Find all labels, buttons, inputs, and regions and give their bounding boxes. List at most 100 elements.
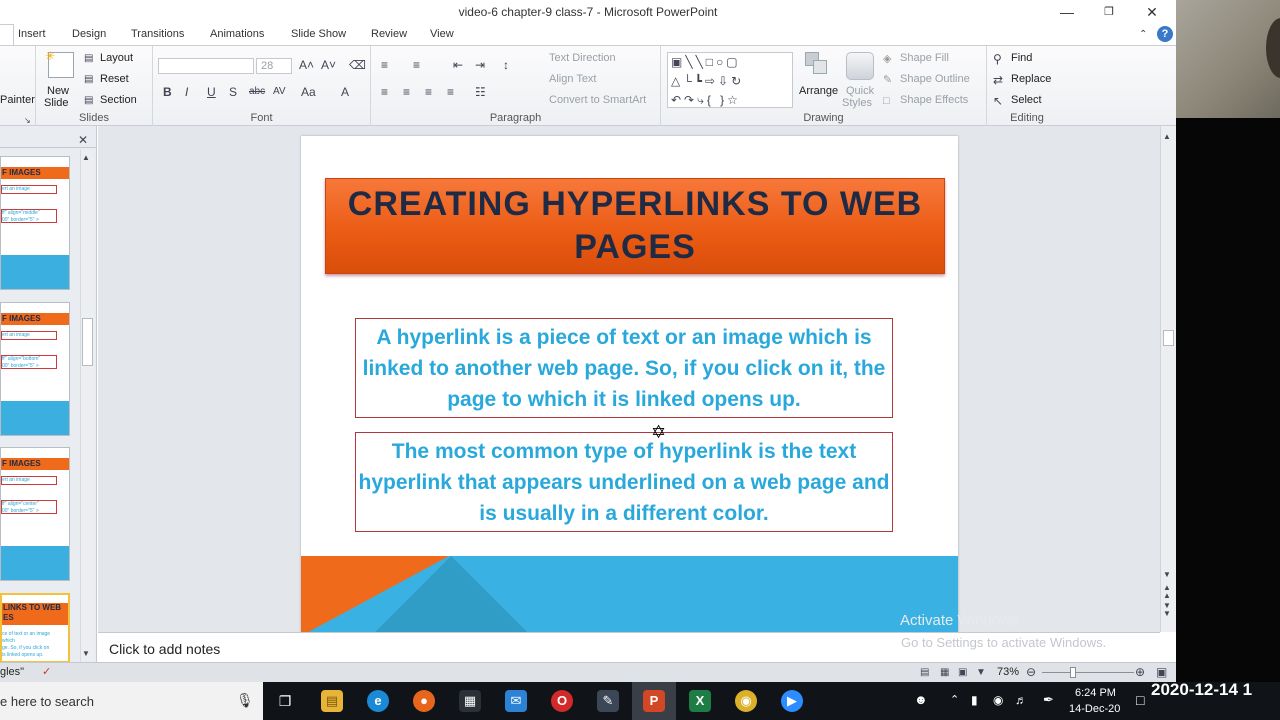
shapes-gallery[interactable]: ▣╲╲□○▢ △└┗⇨⇩↻ ↶↷⤷{ }☆ bbox=[667, 52, 793, 108]
convert-smartart-button[interactable]: Convert to SmartArt bbox=[549, 94, 646, 106]
microphone-icon[interactable]: 🎙 bbox=[236, 693, 254, 707]
shrink-font-icon[interactable]: A˅ bbox=[321, 58, 336, 72]
change-case-icon[interactable]: Aa bbox=[301, 85, 316, 99]
tab-transitions[interactable]: Transitions bbox=[131, 28, 184, 40]
tab-review[interactable]: Review bbox=[371, 28, 407, 40]
opera-icon[interactable]: O bbox=[551, 690, 573, 712]
paint-icon[interactable]: ✎ bbox=[597, 690, 619, 712]
current-slide[interactable]: CREATING HYPERLINKS TO WEB PAGES A hyper… bbox=[301, 136, 958, 632]
tab-design[interactable]: Design bbox=[72, 28, 106, 40]
fit-to-window-icon[interactable]: ▣ bbox=[1156, 665, 1167, 679]
character-spacing-icon[interactable]: AV bbox=[273, 85, 286, 99]
zoom-slider-thumb[interactable] bbox=[1070, 667, 1076, 678]
align-center-icon[interactable]: ≡ bbox=[403, 85, 410, 99]
new-slide-label-1[interactable]: New bbox=[47, 85, 69, 97]
mail-icon[interactable]: ✉ bbox=[505, 690, 527, 712]
previous-slide-icon[interactable]: ▲ ▲ bbox=[1163, 584, 1171, 600]
taskbar-search-box[interactable]: e here to search 🎙 bbox=[0, 682, 263, 720]
tab-slide-show[interactable]: Slide Show bbox=[291, 28, 346, 40]
zoom-out-icon[interactable]: ⊖ bbox=[1026, 665, 1036, 679]
scroll-up-icon[interactable]: ▲ bbox=[1163, 130, 1171, 144]
bullets-icon[interactable]: ≡ bbox=[381, 58, 388, 72]
font-size-combo[interactable]: 28 bbox=[256, 58, 292, 74]
columns-icon[interactable]: ☷ bbox=[475, 85, 486, 99]
slide-show-view-icon[interactable]: ▼ bbox=[976, 666, 986, 680]
section-button[interactable]: Section bbox=[100, 94, 137, 106]
file-explorer-icon[interactable]: ▤ bbox=[321, 690, 343, 712]
shape-fill-button[interactable]: Shape Fill bbox=[900, 52, 949, 64]
help-icon[interactable]: ? bbox=[1157, 26, 1173, 42]
notifications-icon[interactable]: □ bbox=[1136, 692, 1144, 708]
select-button[interactable]: Select bbox=[1011, 94, 1042, 106]
line-spacing-icon[interactable]: ↕ bbox=[503, 58, 509, 72]
slide-title[interactable]: CREATING HYPERLINKS TO WEB PAGES bbox=[325, 178, 945, 274]
align-left-icon[interactable]: ≡ bbox=[381, 85, 388, 99]
spell-check-icon[interactable]: ✓ bbox=[42, 665, 51, 679]
quick-styles-icon[interactable] bbox=[846, 52, 874, 80]
slide-thumbnail-2[interactable]: F IMAGES ert an image ff" align="bottom"… bbox=[0, 302, 70, 436]
grow-font-icon[interactable]: A˄ bbox=[299, 58, 314, 72]
close-button[interactable]: ✕ bbox=[1132, 2, 1172, 22]
quick-styles-label-1[interactable]: Quick bbox=[846, 85, 874, 97]
italic-icon[interactable]: I bbox=[185, 85, 188, 99]
numbering-icon[interactable]: ≡ bbox=[413, 58, 420, 72]
slide-sorter-icon[interactable]: ▦ bbox=[940, 666, 949, 680]
restore-button[interactable]: ❐ bbox=[1089, 2, 1129, 22]
network-icon[interactable]: ◉ bbox=[993, 693, 1003, 707]
clock-time[interactable]: 6:24 PM bbox=[1075, 687, 1116, 699]
slide-text-box-1[interactable]: A hyperlink is a piece of text or an ima… bbox=[355, 318, 893, 418]
text-direction-button[interactable]: Text Direction bbox=[549, 52, 616, 64]
increase-indent-icon[interactable]: ⇥ bbox=[475, 58, 485, 72]
shape-effects-button[interactable]: Shape Effects bbox=[900, 94, 968, 106]
font-color-icon[interactable]: A bbox=[341, 85, 349, 99]
find-button[interactable]: Find bbox=[1011, 52, 1032, 64]
scrollbar-thumb[interactable] bbox=[82, 318, 93, 366]
slide-thumbnail-4-selected[interactable]: LINKS TO WEB ES ce of text or an image wh… bbox=[0, 593, 70, 663]
show-hidden-icons-icon[interactable]: ⌃ bbox=[950, 693, 959, 706]
chrome-icon[interactable]: ◉ bbox=[735, 690, 757, 712]
scroll-up-icon[interactable]: ▲ bbox=[82, 151, 90, 165]
excel-icon[interactable]: X bbox=[689, 690, 711, 712]
tab-home[interactable] bbox=[0, 24, 14, 45]
arrange-icon[interactable] bbox=[801, 50, 831, 78]
close-pane-icon[interactable]: ✕ bbox=[78, 133, 88, 147]
tab-view[interactable]: View bbox=[430, 28, 454, 40]
normal-view-icon[interactable]: ▤ bbox=[920, 666, 929, 680]
clock-date[interactable]: 14-Dec-20 bbox=[1069, 703, 1120, 715]
edge-icon[interactable]: e bbox=[367, 690, 389, 712]
quick-styles-label-2[interactable]: Styles bbox=[842, 97, 872, 109]
people-icon[interactable]: ☻ bbox=[914, 692, 928, 707]
battery-icon[interactable]: ▮ bbox=[971, 693, 978, 707]
decrease-indent-icon[interactable]: ⇤ bbox=[453, 58, 463, 72]
align-right-icon[interactable]: ≡ bbox=[425, 85, 432, 99]
new-slide-label-2[interactable]: Slide bbox=[44, 97, 68, 109]
justify-icon[interactable]: ≡ bbox=[447, 85, 454, 99]
scroll-down-icon[interactable]: ▼ bbox=[1163, 568, 1171, 582]
zoom-in-icon[interactable]: ⊕ bbox=[1135, 665, 1145, 679]
pen-icon[interactable]: ✒ bbox=[1043, 692, 1054, 708]
zoom-app-icon[interactable]: ▶ bbox=[781, 690, 803, 712]
shape-outline-button[interactable]: Shape Outline bbox=[900, 73, 970, 85]
arrange-button[interactable]: Arrange bbox=[799, 85, 838, 97]
search-placeholder[interactable]: e here to search bbox=[0, 694, 94, 709]
scroll-down-icon[interactable]: ▼ bbox=[82, 647, 90, 661]
zoom-slider[interactable] bbox=[1042, 672, 1134, 673]
task-view-icon[interactable]: ❐ bbox=[274, 690, 296, 712]
underline-icon[interactable]: U bbox=[207, 85, 216, 99]
replace-button[interactable]: Replace bbox=[1011, 73, 1051, 85]
align-text-button[interactable]: Align Text bbox=[549, 73, 597, 85]
reading-view-icon[interactable]: ▣ bbox=[958, 666, 967, 680]
clear-formatting-icon[interactable]: ⌫ bbox=[349, 58, 366, 72]
firefox-icon[interactable]: ● bbox=[413, 690, 435, 712]
minimize-button[interactable]: — bbox=[1047, 2, 1087, 22]
slide-text-box-2[interactable]: The most common type of hyperlink is the… bbox=[355, 432, 893, 532]
slide-vertical-scrollbar[interactable]: ▲ ▼ ▲ ▲ ▼ ▼ bbox=[1160, 126, 1176, 632]
layout-button[interactable]: Layout bbox=[100, 52, 133, 64]
scrollbar-thumb[interactable] bbox=[1163, 330, 1174, 346]
store-icon[interactable]: ▦ bbox=[459, 690, 481, 712]
tab-animations[interactable]: Animations bbox=[210, 28, 264, 40]
shadow-icon[interactable]: S bbox=[229, 85, 237, 99]
font-name-combo[interactable] bbox=[158, 58, 254, 74]
bold-icon[interactable]: B bbox=[163, 85, 172, 99]
format-painter-label[interactable]: Painter bbox=[0, 94, 35, 106]
